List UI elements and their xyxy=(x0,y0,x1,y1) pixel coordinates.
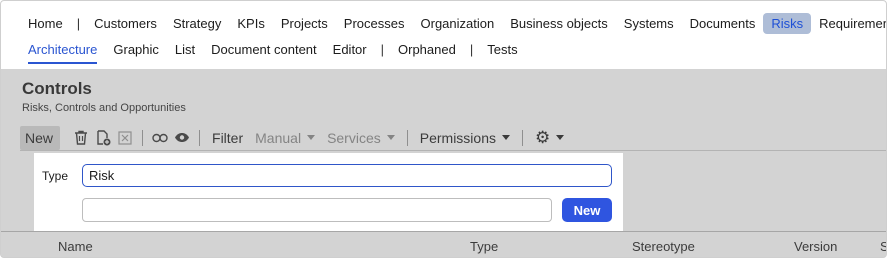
remove-icon[interactable] xyxy=(114,126,136,150)
column-header-s[interactable]: S xyxy=(880,239,886,254)
chevron-down-icon xyxy=(386,135,395,140)
new-button[interactable]: New xyxy=(20,125,61,150)
nav-projects[interactable]: Projects xyxy=(273,13,336,34)
nav-business-objects[interactable]: Business objects xyxy=(502,13,616,34)
gear-icon: ⚙ xyxy=(535,128,551,147)
type-label: Type xyxy=(42,169,69,183)
page-title: Controls xyxy=(22,79,92,98)
name-input[interactable] xyxy=(82,198,552,222)
subnav-tests[interactable]: Tests xyxy=(479,39,525,60)
nav-kpis[interactable]: KPIs xyxy=(229,13,272,34)
page-header: Controls Risks, Controls and Opportuniti… xyxy=(1,69,886,125)
nav-risks[interactable]: Risks xyxy=(763,12,812,34)
nav-strategy[interactable]: Strategy xyxy=(165,13,229,34)
column-header-version[interactable]: Version xyxy=(794,239,837,254)
nav-processes[interactable]: Processes xyxy=(336,13,413,34)
create-new-button[interactable]: New xyxy=(562,198,612,222)
app-window: Home | Customers Strategy KPIs Projects Proces… xyxy=(0,0,887,258)
permissions-label: Permissions xyxy=(419,129,496,146)
toolbar-divider xyxy=(522,129,523,146)
filter-label: Filter xyxy=(212,129,244,146)
subnav-architecture[interactable]: Architecture xyxy=(20,39,105,64)
trash-icon[interactable] xyxy=(70,126,92,150)
chevron-down-icon xyxy=(556,135,565,140)
toolbar: New Filter Manual Services Permissions ⚙ xyxy=(20,125,886,151)
permissions-dropdown[interactable]: Permissions xyxy=(414,126,516,150)
nav-separator: | xyxy=(76,15,81,31)
nav-separator: | xyxy=(469,41,474,57)
nav-systems[interactable]: Systems xyxy=(616,13,682,34)
manual-label: Manual xyxy=(255,129,302,146)
column-header-stereotype[interactable]: Stereotype xyxy=(632,239,695,254)
subnav-orphaned[interactable]: Orphaned xyxy=(390,39,464,60)
services-dropdown[interactable]: Services xyxy=(321,126,401,150)
new-button-label: New xyxy=(25,129,54,146)
nav-separator: | xyxy=(380,41,385,57)
table-header: Name Type Stereotype Version S xyxy=(1,231,886,257)
nav-documents[interactable]: Documents xyxy=(682,13,764,34)
chevron-down-icon xyxy=(307,135,316,140)
toolbar-divider xyxy=(406,129,408,146)
column-header-name[interactable]: Name xyxy=(58,239,93,254)
nav-requirements[interactable]: Requirements xyxy=(811,13,886,34)
manual-dropdown[interactable]: Manual xyxy=(249,126,321,150)
new-element-dialog: Type New xyxy=(34,153,623,231)
settings-dropdown[interactable]: ⚙ xyxy=(529,126,570,150)
add-document-icon[interactable] xyxy=(92,126,114,150)
toolbar-divider xyxy=(142,129,144,146)
services-label: Services xyxy=(327,129,381,146)
sub-nav: Architecture Graphic List Document content E… xyxy=(20,37,526,64)
nav-home[interactable]: Home xyxy=(20,13,71,34)
nav-organization[interactable]: Organization xyxy=(413,13,503,34)
column-header-type[interactable]: Type xyxy=(470,239,498,254)
subnav-list[interactable]: List xyxy=(167,39,203,60)
page-subtitle: Risks, Controls and Opportunities xyxy=(22,102,186,114)
subnav-graphic[interactable]: Graphic xyxy=(105,39,167,60)
filter-button[interactable]: Filter xyxy=(206,126,249,150)
chevron-down-icon xyxy=(502,135,510,140)
nav-customers[interactable]: Customers xyxy=(86,13,165,34)
main-nav: Home | Customers Strategy KPIs Projects Proces… xyxy=(20,11,886,35)
link-icon[interactable] xyxy=(149,126,171,150)
subnav-document-content[interactable]: Document content xyxy=(203,39,325,60)
toolbar-divider xyxy=(199,129,201,146)
eye-icon[interactable] xyxy=(171,126,193,150)
type-input[interactable] xyxy=(82,164,612,187)
top-navigation: Home | Customers Strategy KPIs Projects Proces… xyxy=(1,1,886,69)
subnav-editor[interactable]: Editor xyxy=(325,39,375,60)
